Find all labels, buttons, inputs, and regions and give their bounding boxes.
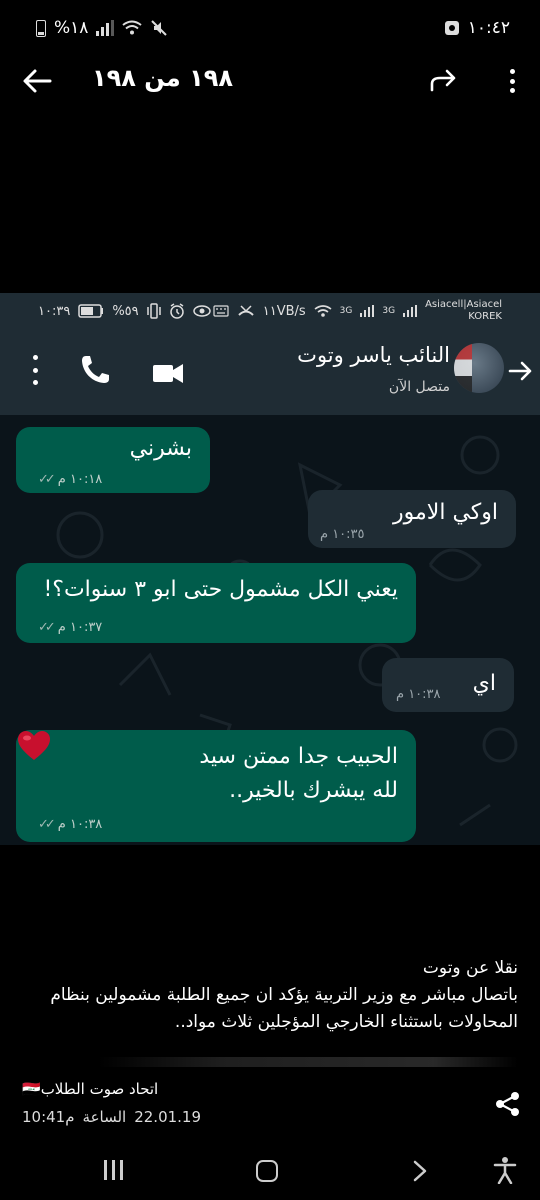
vibrate-icon	[146, 303, 161, 319]
message-meta: ١٠:٣٨ م ✓✓	[38, 817, 102, 832]
whatsapp-screenshot: ١٠:٣٩ %٥٩ ١١VB/s 3G 3G Asiacell|Asiacel …	[0, 293, 540, 845]
caption-line: المحاولات باستثناء الخارجي المؤجلين ثلاث…	[174, 1012, 518, 1032]
post-time: 10:41م	[22, 1108, 75, 1126]
message-text: بشرني	[129, 436, 192, 461]
post-datetime: 10:41م الساعة 22.01.19	[22, 1108, 201, 1126]
battery-level: %١٨	[54, 18, 89, 38]
wa-status-right: ١١VB/s 3G 3G Asiacell|Asiacel KOREK	[213, 299, 502, 323]
alarm-icon	[169, 303, 184, 319]
message-meta: ١٠:٣٨ م	[396, 687, 441, 702]
wa-status-bar: ١٠:٣٩ %٥٩ ١١VB/s 3G 3G Asiacell|Asiacel …	[0, 293, 540, 329]
chat-header: النائب ياسر وتوت متصل الآن	[0, 329, 540, 415]
home-icon[interactable]	[256, 1160, 278, 1182]
message-line-2: لله يبشرك بالخير..	[229, 778, 398, 803]
wa-wifi-icon	[314, 305, 332, 317]
message-line-1: الحبيب جدا ممتن سيد	[16, 730, 416, 774]
share-forward-icon[interactable]	[428, 66, 458, 96]
message-bubble[interactable]: اوكي الامور ١٠:٣٥ م	[308, 490, 516, 548]
contact-status: متصل الآن	[388, 379, 450, 395]
message-bubble[interactable]: الحبيب جدا ممتن سيد لله يبشرك بالخير.. ١…	[16, 730, 416, 842]
post-time-label: الساعة	[82, 1108, 127, 1126]
read-ticks-icon: ✓✓	[38, 472, 56, 487]
carrier-1: Asiacell|Asiacel	[425, 299, 502, 310]
wa-battery-level: %٥٩	[112, 303, 139, 319]
missed-call-icon	[238, 305, 254, 316]
wifi-icon	[122, 20, 143, 35]
caption-line: باتصال مباشر مع وزير التربية يؤكد ان جمي…	[50, 985, 518, 1005]
chat-back-arrow-icon[interactable]	[506, 357, 534, 385]
nav-back-icon[interactable]	[408, 1158, 432, 1184]
accessibility-icon[interactable]	[492, 1156, 518, 1184]
wa-battery-icon	[78, 304, 104, 318]
post-date: 22.01.19	[134, 1108, 202, 1126]
chat-area: بشرني ١٠:١٨ م ✓✓ اوكي الامور ١٠:٣٥ م يعني…	[0, 415, 540, 845]
system-nav-bar	[0, 1148, 540, 1200]
message-time: ١٠:٣٨ م	[396, 687, 441, 702]
wa-status-time: ١٠:٣٩	[38, 303, 71, 319]
keyboard-icon	[213, 305, 229, 317]
message-time: ١٠:٣٨ م	[57, 817, 103, 832]
more-vertical-icon[interactable]	[500, 66, 524, 96]
wa-signal-1-icon	[360, 305, 375, 317]
wa-signal-2-icon	[403, 305, 418, 317]
battery-icon	[36, 19, 46, 37]
message-time: ١٠:٣٧ م	[57, 620, 103, 635]
chat-menu-icon[interactable]	[28, 351, 42, 389]
voice-call-icon[interactable]	[78, 353, 112, 387]
status-left: %١٨	[36, 18, 168, 38]
viewer-header: ١٩٨ من ١٩٨	[0, 56, 540, 106]
wa-status-left: ١٠:٣٩ %٥٩	[38, 303, 211, 319]
share-icon[interactable]	[494, 1090, 522, 1118]
message-text: يعني الكل مشمول حتى ابو ٣ سنوات؟!	[43, 577, 398, 602]
message-text: الحبيب جدا ممتن سيد	[199, 744, 398, 769]
image-counter: ١٩٨ من ١٩٨	[92, 64, 234, 92]
status-time: ١٠:٤٢	[467, 18, 510, 38]
message-text: اوكي الامور	[393, 500, 498, 525]
message-bubble[interactable]: بشرني ١٠:١٨ م ✓✓	[16, 427, 210, 493]
post-caption: نقلا عن وتوت باتصال مباشر مع وزير التربي…	[8, 955, 518, 1036]
wa-net-type-1: 3G	[339, 306, 353, 316]
eye-icon	[192, 305, 211, 317]
heart-emoji-icon	[18, 731, 50, 760]
post-author[interactable]: اتحاد صوت الطلاب🇮🇶	[22, 1080, 158, 1098]
message-meta: ١٠:١٨ م ✓✓	[38, 472, 102, 487]
carrier-2: KOREK	[468, 311, 502, 322]
wa-net-speed: ١١VB/s	[262, 303, 306, 319]
status-bar: %١٨ ١٠:٤٢	[0, 0, 540, 56]
contact-name[interactable]: النائب ياسر وتوت	[297, 343, 450, 367]
avatar[interactable]	[454, 343, 504, 393]
message-time: ١٠:٣٥ م	[320, 527, 365, 542]
arrow-left-icon[interactable]	[20, 64, 54, 98]
read-ticks-icon: ✓✓	[38, 817, 56, 832]
message-bubble[interactable]: اي ١٠:٣٨ م	[382, 658, 514, 712]
caption-overflow-fade	[98, 1057, 518, 1067]
message-bubble[interactable]: يعني الكل مشمول حتى ابو ٣ سنوات؟! ١٠:٣٧ …	[16, 563, 416, 643]
recents-icon[interactable]	[104, 1160, 123, 1180]
mute-icon	[151, 20, 168, 36]
video-call-icon[interactable]	[150, 355, 186, 391]
signal-icon	[96, 20, 115, 36]
read-ticks-icon: ✓✓	[38, 620, 56, 635]
wa-net-type-2: 3G	[382, 306, 396, 316]
caption-line: نقلا عن وتوت	[422, 958, 518, 978]
message-meta: ١٠:٣٥ م	[320, 527, 365, 542]
record-icon	[444, 21, 459, 35]
message-time: ١٠:١٨ م	[57, 472, 103, 487]
carrier-names: Asiacell|Asiacel KOREK	[425, 299, 502, 323]
message-meta: ١٠:٣٧ م ✓✓	[38, 620, 102, 635]
status-right: ١٠:٤٢	[444, 18, 510, 38]
